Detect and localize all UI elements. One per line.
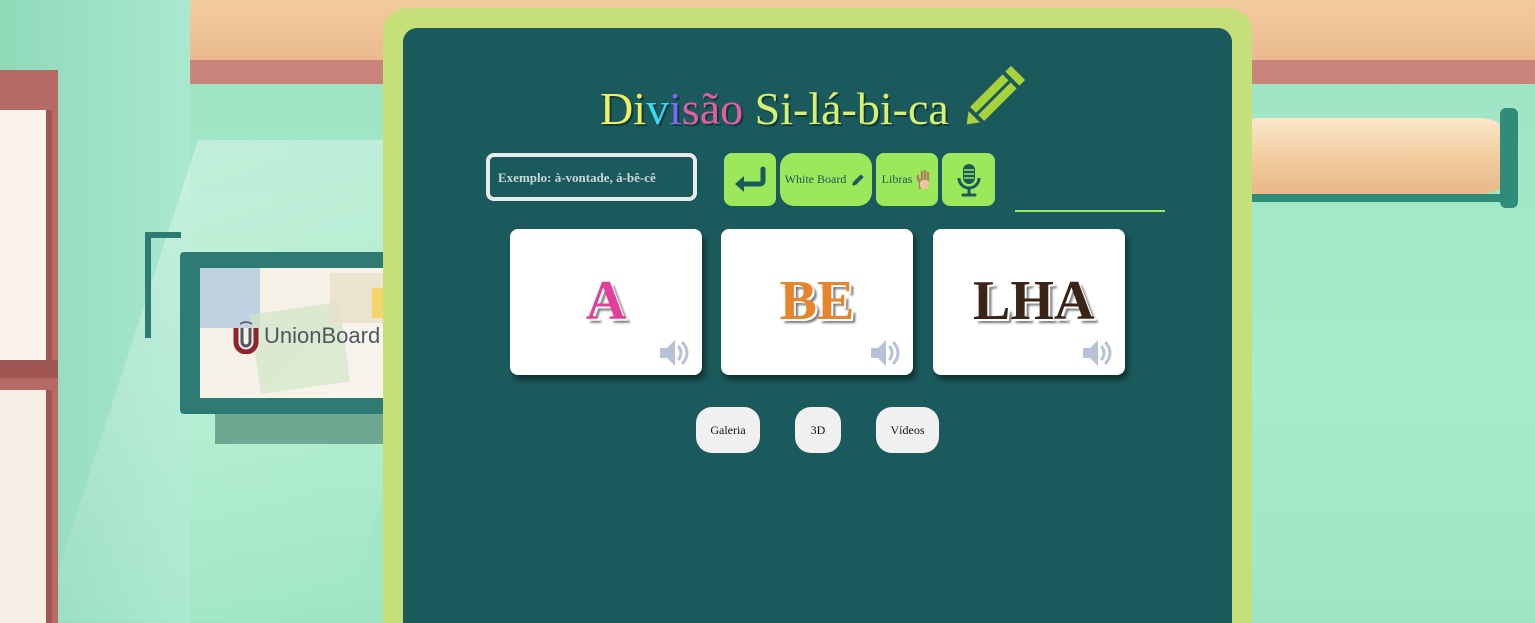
speech-output-underline: [1015, 210, 1165, 212]
title-letter: -: [841, 83, 857, 134]
title-letter: l: [808, 83, 822, 134]
title-letter: -: [793, 83, 809, 134]
speaker-icon[interactable]: [1081, 337, 1117, 369]
syllable-text: A: [585, 270, 627, 332]
microphone-icon: [957, 163, 980, 196]
syllable-text: BE: [779, 270, 855, 332]
syllable-card[interactable]: BE: [721, 229, 913, 375]
app-scene: UnionBoard Divisão Si-lá-bi-ca White Boa…: [0, 0, 1535, 623]
microphone-button[interactable]: [942, 153, 995, 206]
syllable-text: LHA: [973, 270, 1095, 332]
background-projector-screen: [1248, 118, 1518, 194]
title-letter: [743, 86, 755, 132]
background-tv-bracket: [145, 232, 181, 338]
union-board-logo: UnionBoard: [232, 320, 381, 355]
3d-button[interactable]: 3D: [795, 407, 841, 453]
title-letter: s: [681, 83, 700, 134]
background-projector-bracket: [1500, 108, 1518, 208]
syllable-card[interactable]: LHA: [933, 229, 1125, 375]
title-letter: á: [821, 83, 842, 134]
page-title: Divisão Si-lá-bi-ca: [600, 86, 949, 132]
background-window-sill: [0, 360, 58, 378]
background-window-pane: [0, 110, 52, 370]
union-board-logo-icon: [232, 320, 260, 355]
title-letter: v: [646, 83, 670, 134]
title-letter: ã: [699, 83, 721, 134]
title-letter: i: [780, 83, 793, 134]
title-letter: c: [907, 83, 929, 134]
speaker-icon[interactable]: [869, 337, 905, 369]
title-letter: o: [720, 83, 744, 134]
search-field: [486, 153, 697, 201]
hand-icon: [916, 169, 930, 189]
libras-button-label: Libras: [881, 172, 913, 186]
enter-arrow-icon: [735, 166, 766, 192]
title-letter: b: [856, 83, 880, 134]
pencil-icon: [852, 173, 864, 186]
gallery-button[interactable]: Galeria: [696, 407, 760, 453]
background-tv-stand: [215, 414, 385, 444]
libras-button[interactable]: Libras: [876, 153, 938, 206]
pencil-icon: [961, 61, 1030, 130]
title-letter: -: [892, 83, 908, 134]
syllable-card[interactable]: A: [510, 229, 702, 375]
title-letter: a: [928, 83, 949, 134]
whiteboard-button-label: White Board: [784, 172, 847, 186]
videos-button[interactable]: Vídeos: [876, 407, 939, 453]
background-window-pane-lower: [0, 390, 52, 623]
title-letter: D: [600, 83, 634, 134]
search-input[interactable]: [496, 157, 695, 199]
union-board-logo-text: UnionBoard: [264, 323, 381, 348]
whiteboard-button[interactable]: White Board: [780, 153, 872, 206]
enter-button[interactable]: [724, 153, 776, 206]
background-projector-shadow: [1248, 194, 1508, 202]
speaker-icon[interactable]: [658, 337, 694, 369]
title-letter: i: [879, 83, 893, 134]
title-letter: S: [754, 83, 781, 134]
title-letter: i: [633, 83, 647, 134]
title-letter: i: [669, 83, 682, 134]
